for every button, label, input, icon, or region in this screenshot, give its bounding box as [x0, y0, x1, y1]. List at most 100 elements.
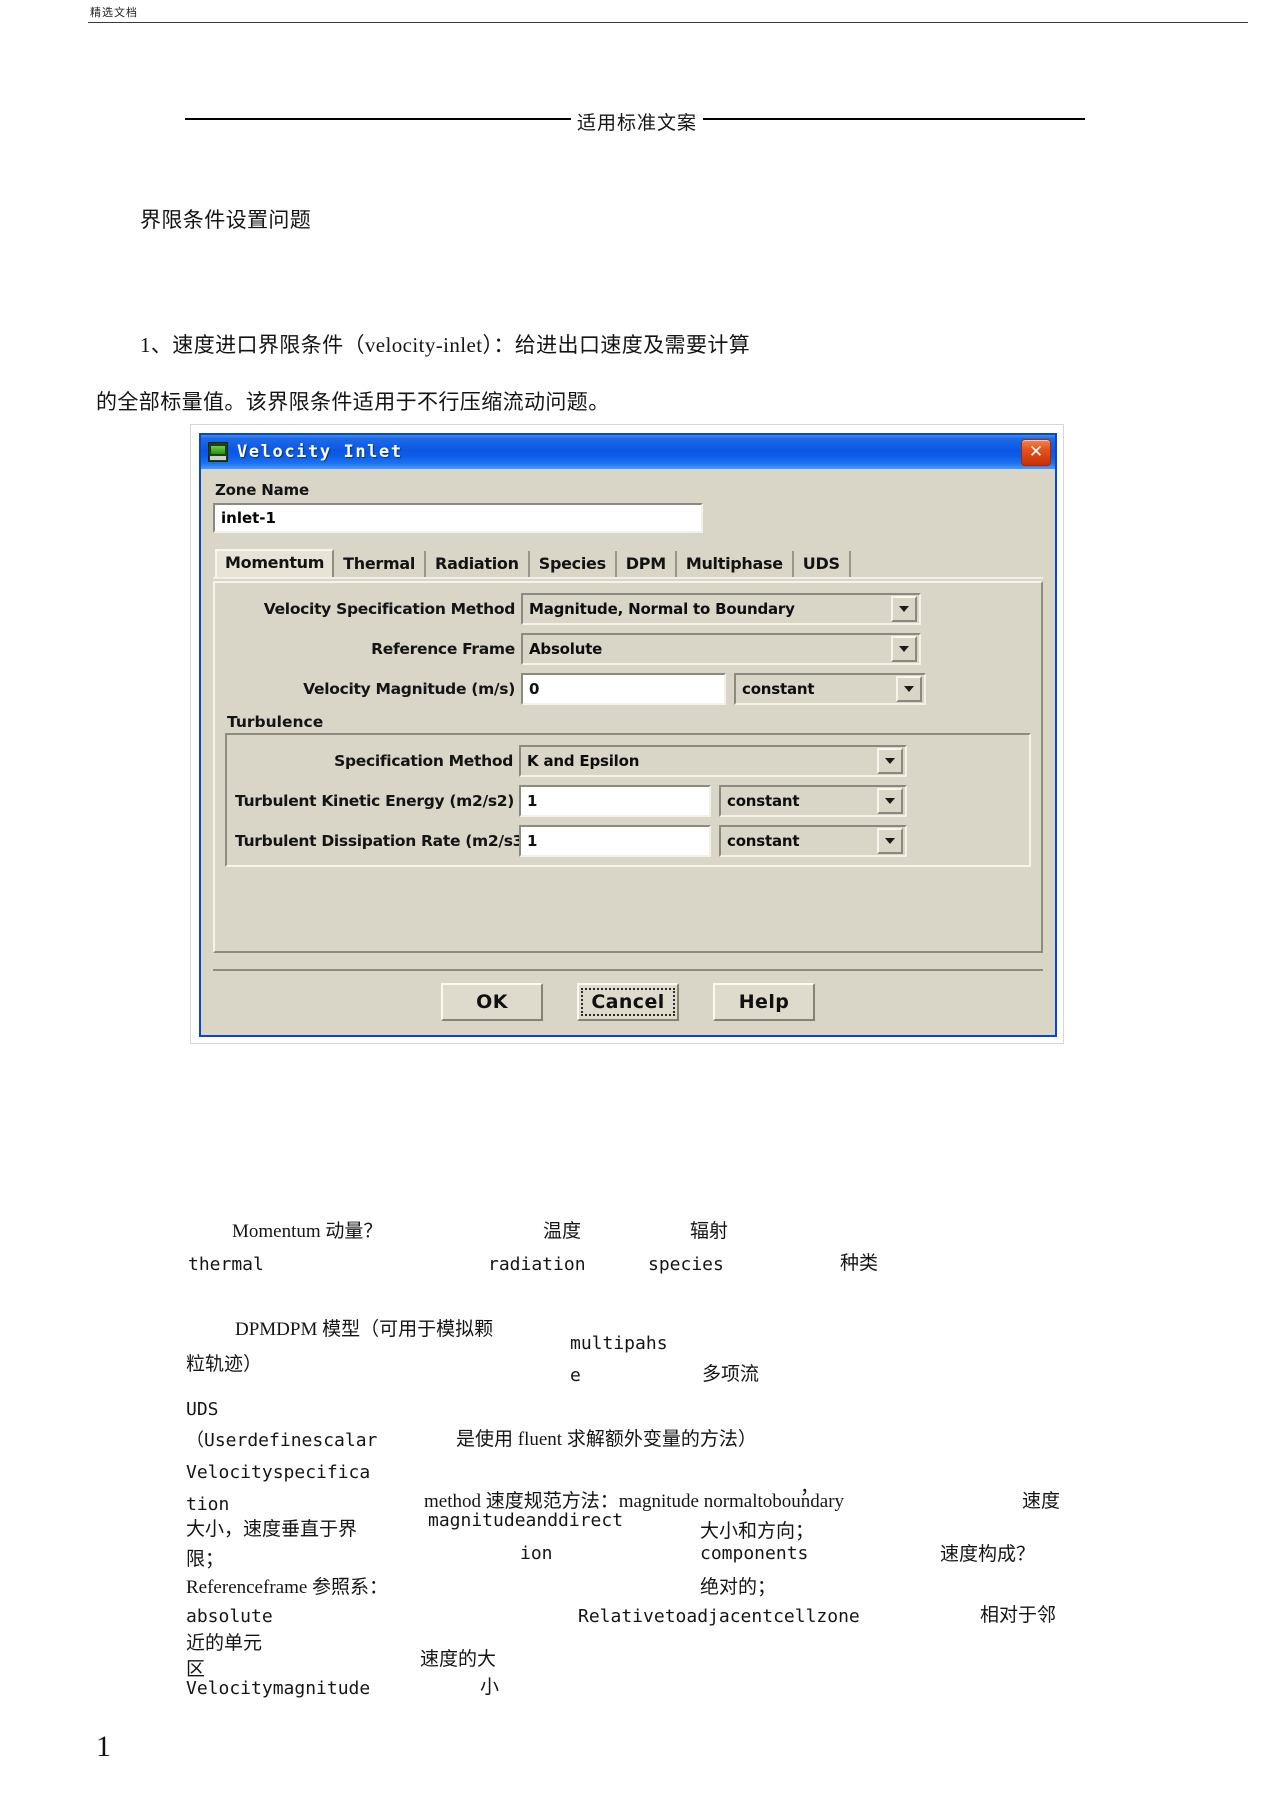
tab-species[interactable]: Species — [530, 551, 617, 577]
dialog-button-row: OK Cancel Help — [213, 969, 1043, 1021]
velocity-spec-select[interactable]: Magnitude, Normal to Boundary — [521, 593, 921, 625]
tab-dpm[interactable]: DPM — [617, 551, 677, 577]
chevron-down-icon[interactable] — [896, 676, 922, 702]
running-header: 适用标准文案 — [0, 108, 1274, 135]
chevron-down-icon[interactable] — [891, 596, 917, 622]
annotation-magnitude-direction: magnitudeanddirect — [428, 1510, 624, 1531]
tdr-profile-select[interactable]: constant — [719, 825, 907, 857]
annotation-velocity-magnitude-cn-2: 小 — [480, 1677, 500, 1698]
tke-profile-select[interactable]: constant — [719, 785, 907, 817]
annotation-radiation-cn: 辐射 — [690, 1221, 729, 1242]
annotation-components: components — [700, 1543, 809, 1564]
ok-button[interactable]: OK — [441, 983, 543, 1021]
running-header-text: 适用标准文案 — [570, 113, 703, 134]
spec-method-select[interactable]: K and Epsilon — [519, 745, 907, 777]
tab-radiation[interactable]: Radiation — [426, 551, 530, 577]
tab-strip: Momentum Thermal Radiation Species DPM M… — [213, 547, 1043, 579]
annotation-uds-desc: 是使用 fluent 求解额外变量的方法） — [456, 1429, 757, 1450]
velocity-inlet-dialog: Velocity Inlet ✕ Zone Name inlet-1 Momen… — [199, 433, 1057, 1037]
tab-uds[interactable]: UDS — [794, 551, 851, 577]
chevron-down-icon[interactable] — [877, 828, 903, 854]
tab-multiphase[interactable]: Multiphase — [677, 551, 794, 577]
annotation-radiation: radiation — [488, 1254, 586, 1275]
turbulence-section-label: Turbulence — [227, 713, 324, 731]
annotation-direction-cont: ion — [520, 1543, 553, 1564]
annotation-dpm-cont: 粒轨迹） — [186, 1354, 263, 1375]
velocity-magnitude-label: Velocity Magnitude (m/s) — [303, 680, 515, 698]
velocity-magnitude-profile-select[interactable]: constant — [734, 673, 926, 705]
chevron-down-icon[interactable] — [891, 636, 917, 662]
page-number: 1 — [96, 1730, 111, 1763]
annotation-velocity-magnitude: Velocitymagnitude — [186, 1678, 371, 1699]
annotation-velocity-magnitude-cn: 速度的大 — [420, 1649, 497, 1670]
velocity-magnitude-input[interactable]: 0 — [521, 673, 726, 705]
chevron-down-icon[interactable] — [877, 788, 903, 814]
annotation-method-desc: method 速度规范方法：magnitude normaltoboundary — [424, 1491, 845, 1512]
turbulence-group: Specification Method K and Epsilon Turbu… — [225, 733, 1031, 867]
help-button-label: Help — [738, 991, 790, 1013]
velocity-magnitude-row: Velocity Magnitude (m/s) 0 constant — [225, 673, 1031, 705]
velocity-magnitude-profile-value: constant — [742, 680, 815, 698]
momentum-panel: Velocity Specification Method Magnitude,… — [213, 581, 1043, 953]
annotation-components-cn: 速度构成？ — [940, 1544, 1036, 1565]
tke-profile-value: constant — [727, 792, 800, 810]
annotation-magnitude-desc: 大小，速度垂直于界 — [186, 1519, 358, 1540]
tdr-label: Turbulent Dissipation Rate (m2/s3) — [235, 832, 530, 850]
annotation-cell-zone-cn: 近的单元 — [186, 1633, 263, 1654]
velocity-spec-label: Velocity Specification Method — [263, 600, 516, 618]
reference-frame-select[interactable]: Absolute — [521, 633, 921, 665]
tab-thermal[interactable]: Thermal — [334, 551, 427, 577]
cancel-button[interactable]: Cancel — [577, 983, 679, 1021]
chevron-down-icon[interactable] — [877, 748, 903, 774]
annotation-thermal: thermal — [188, 1254, 264, 1275]
annotation-species: species — [648, 1254, 724, 1275]
tdr-row: Turbulent Dissipation Rate (m2/s3) 1 con… — [235, 825, 1021, 857]
tke-label: Turbulent Kinetic Energy (m2/s2) — [235, 792, 515, 810]
reference-frame-row: Reference Frame Absolute — [225, 633, 1031, 665]
cancel-button-label: Cancel — [581, 988, 675, 1016]
dialog-body: Zone Name inlet-1 Momentum Thermal Radia… — [201, 469, 1055, 1035]
velocity-spec-value: Magnitude, Normal to Boundary — [529, 600, 795, 618]
annotation-speed-cn: 速度 — [1022, 1491, 1061, 1512]
annotation-species-cn: 种类 — [840, 1253, 879, 1274]
reference-frame-label: Reference Frame — [371, 640, 515, 658]
annotation-boundary-cn: 限； — [186, 1549, 225, 1570]
annotation-multiphase: multipahs — [570, 1333, 668, 1354]
annotation-reference-frame: Referenceframe 参照系： — [186, 1577, 389, 1598]
dialog-title: Velocity Inlet — [237, 442, 403, 462]
zone-name-label: Zone Name — [215, 481, 309, 499]
embedded-screenshot: Velocity Inlet ✕ Zone Name inlet-1 Momen… — [190, 424, 1064, 1044]
reference-frame-value: Absolute — [529, 640, 603, 658]
tdr-profile-value: constant — [727, 832, 800, 850]
annotation-velocity-spec: Velocityspecifica — [186, 1462, 371, 1483]
annotation-absolute-cn: 绝对的； — [700, 1577, 777, 1598]
close-icon[interactable]: ✕ — [1021, 439, 1051, 466]
annotation-zone-cn: 区 — [186, 1659, 206, 1680]
annotation-uds-def: （Userdefinescalar — [186, 1430, 378, 1451]
body-paragraph-line-1: 1、速度进口界限条件（velocity-inlet）：给进出口速度及需要计算 — [140, 333, 751, 357]
tke-input[interactable]: 1 — [519, 785, 711, 817]
page-watermark: 精选文档 — [90, 6, 138, 19]
annotation-relative-zone-cn: 相对于邻 — [980, 1605, 1057, 1626]
velocity-spec-row: Velocity Specification Method Magnitude,… — [225, 593, 1031, 625]
help-button[interactable]: Help — [713, 983, 815, 1021]
annotation-multiphase-cn: 多项流 — [702, 1364, 760, 1385]
zone-name-input[interactable]: inlet-1 — [213, 503, 703, 533]
annotation-multiphase-cont: e — [570, 1365, 581, 1386]
annotation-uds: UDS — [186, 1399, 219, 1420]
tke-row: Turbulent Kinetic Energy (m2/s2) 1 const… — [235, 785, 1021, 817]
spec-method-value: K and Epsilon — [527, 752, 640, 770]
dialog-titlebar[interactable]: Velocity Inlet ✕ — [201, 435, 1055, 469]
body-paragraph-line-2: 的全部标量值。该界限条件适用于不行压缩流动问题。 — [96, 390, 610, 414]
spec-method-label: Specification Method — [334, 752, 513, 770]
application-icon — [208, 442, 228, 462]
annotation-dpm: DPMDPM 模型（可用于模拟颗 — [235, 1319, 494, 1340]
page-top-rule — [88, 22, 1248, 23]
ok-button-label: OK — [476, 991, 508, 1013]
annotation-magnitude-direction-cn: 大小和方向； — [700, 1521, 815, 1542]
annotation-velocity-spec-cont: tion — [186, 1494, 230, 1515]
annotation-momentum: Momentum 动量？ — [232, 1221, 383, 1242]
tab-momentum[interactable]: Momentum — [215, 549, 335, 577]
annotation-absolute: absolute — [186, 1606, 273, 1627]
tdr-input[interactable]: 1 — [519, 825, 711, 857]
